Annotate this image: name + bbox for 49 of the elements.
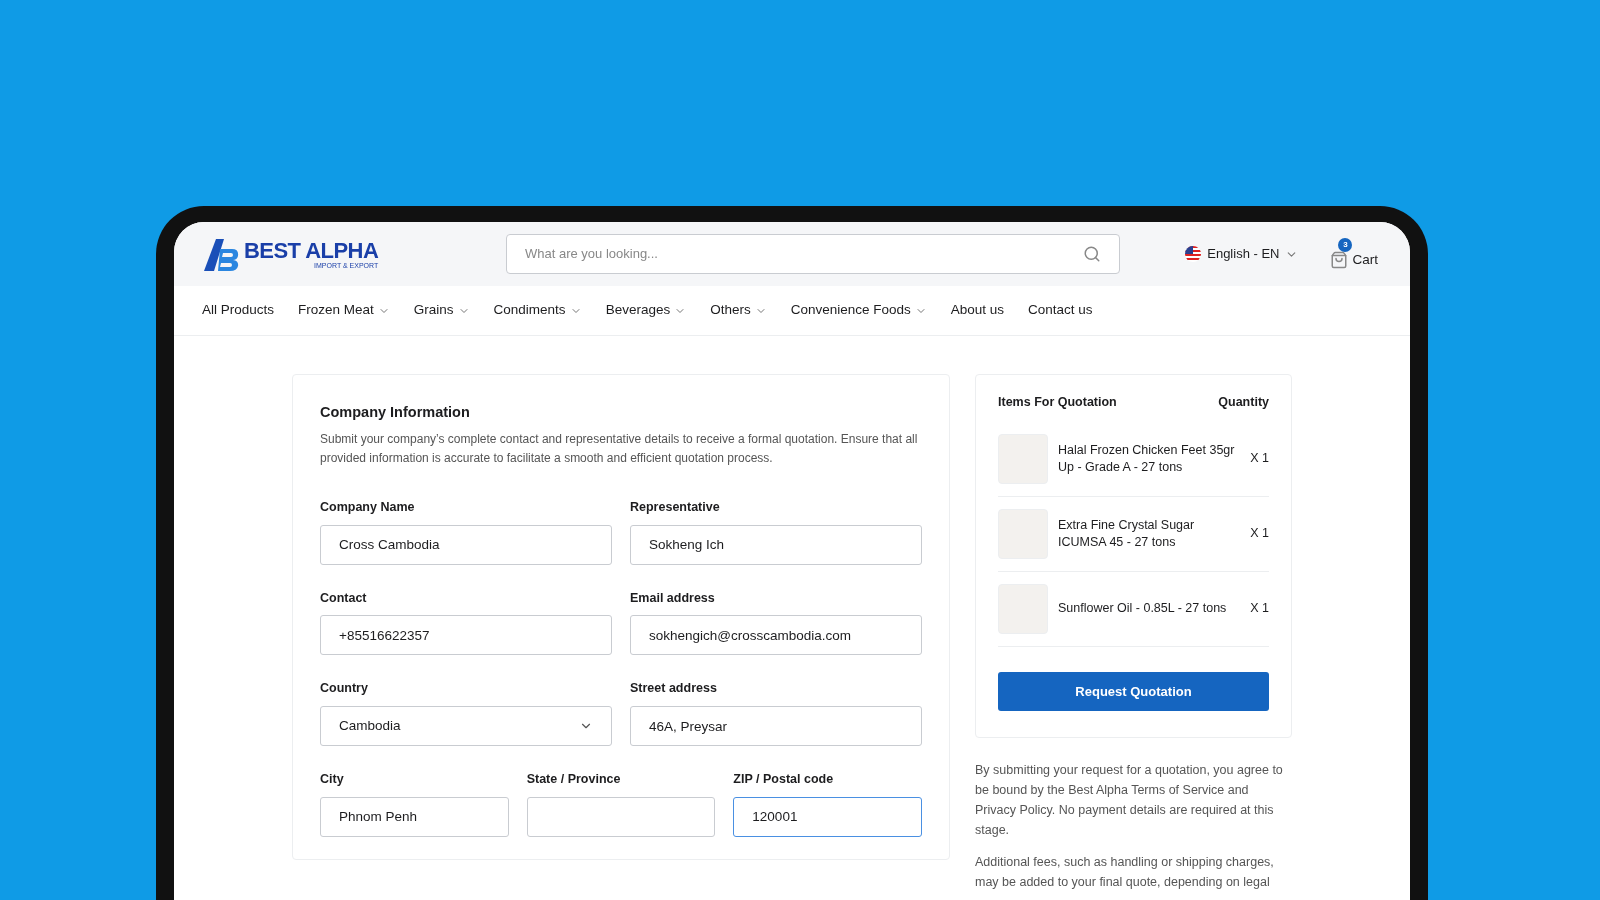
form-description: Submit your company’s complete contact and representative details to receive a formal quotation. Ensure that all provided information is accurate to facilitate a smooth and efficient quotation process. — [320, 430, 919, 467]
items-heading: Items For Quotation — [998, 394, 1117, 411]
logo-wordmark: BEST ALPHA — [244, 239, 379, 262]
product-quantity: X 1 — [1250, 450, 1269, 468]
language-selector[interactable]: English - EN — [1185, 244, 1299, 264]
terms-note: By submitting your request for a quotation, you agree to be bound by the Best Alpha Terms of Service and Privacy Policy. No payment details are required at this stage. — [975, 762, 1284, 839]
field-label: Street address — [630, 680, 718, 698]
field-label: Company Name — [320, 498, 416, 516]
nav-link[interactable]: Convenience Foods — [790, 300, 927, 321]
quantity-heading: Quantity — [1218, 394, 1269, 411]
product-quantity: X 1 — [1250, 600, 1269, 618]
request-quotation-button[interactable]: Request Quotation — [998, 671, 1269, 711]
input-field[interactable]: +85516622357 — [320, 615, 612, 656]
field-label: Representative — [630, 498, 721, 516]
input-field[interactable]: Phnom Penh — [320, 796, 509, 837]
input-field[interactable] — [526, 796, 716, 837]
nav-link[interactable]: Grains — [413, 300, 470, 321]
cart-button[interactable]: Cart 3 — [1326, 237, 1378, 271]
search-field[interactable]: What are you looking... — [506, 234, 1120, 274]
input-field[interactable]: 46A, Preysar — [630, 706, 922, 746]
nav-link[interactable]: Beverages — [605, 300, 687, 321]
nav-link[interactable]: Others — [710, 300, 767, 321]
field-label: ZIP / Postal code — [733, 771, 835, 788]
product-quantity: X 1 — [1250, 525, 1269, 543]
product-name: Sunflower Oil - 0.85L - 27 tons — [1058, 600, 1228, 618]
nav-link[interactable]: All Products — [202, 300, 275, 321]
logo-mark-icon — [202, 237, 240, 271]
input-field[interactable]: Cross Cambodia — [320, 524, 612, 565]
nav-link[interactable]: Contact us — [1028, 300, 1093, 321]
input-field[interactable]: 120001 — [733, 796, 922, 837]
flag-icon — [1185, 246, 1202, 262]
form-title: Company Information — [320, 403, 471, 422]
field-label: City — [320, 771, 345, 788]
field-label: State / Province — [526, 771, 622, 788]
terms-note: Additional fees, such as handling or shipping charges, may be added to your final quote, depending on legal — [975, 854, 1275, 891]
nav-link[interactable]: About us — [950, 300, 1005, 321]
search-icon — [1083, 245, 1101, 263]
nav-link[interactable]: Frozen Meat — [298, 300, 390, 321]
product-name: Halal Frozen Chicken Feet 35gr Up - Grade A - 27 tons — [1058, 441, 1236, 476]
input-field[interactable]: sokhengich@crosscambodia.com — [630, 615, 922, 656]
field-label: Country — [320, 680, 369, 698]
product-name: Extra Fine Crystal Sugar ICUMSA 45 - 27 tons — [1058, 516, 1196, 551]
cart-count-badge: 3 — [1338, 237, 1353, 252]
bag-icon — [1330, 251, 1349, 269]
country-select[interactable]: Cambodia — [320, 706, 612, 746]
nav-link[interactable]: Condiments — [493, 300, 582, 321]
input-field[interactable]: Sokheng Ich — [630, 524, 922, 565]
field-label: Contact — [320, 589, 368, 607]
field-label: Email address — [630, 589, 716, 607]
